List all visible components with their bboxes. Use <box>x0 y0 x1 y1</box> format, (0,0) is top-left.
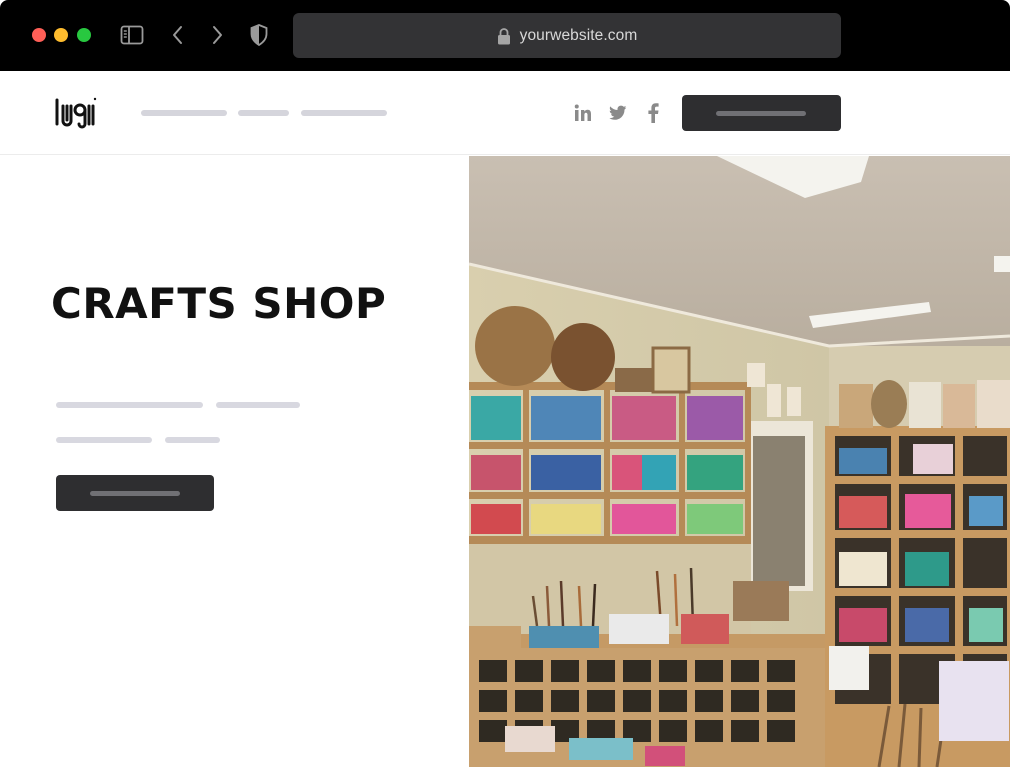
nav-link-2[interactable] <box>238 110 289 116</box>
back-icon[interactable] <box>165 22 191 48</box>
header-cta-button[interactable] <box>682 95 841 131</box>
address-bar[interactable]: yourwebsite.com <box>293 13 841 58</box>
nav-link-3[interactable] <box>301 110 387 116</box>
body-text-placeholder <box>56 402 203 408</box>
hero-content: CRAFTS SHOP <box>0 156 469 767</box>
shield-icon[interactable] <box>246 22 272 48</box>
site-header <box>0 71 1010 155</box>
browser-window: yourwebsite.com CRAFTS SHOP <box>0 0 1010 767</box>
lock-icon <box>497 27 511 45</box>
close-window-button[interactable] <box>32 28 46 42</box>
forward-icon[interactable] <box>204 22 230 48</box>
body-text-placeholder <box>165 437 220 443</box>
maximize-window-button[interactable] <box>77 28 91 42</box>
button-label-placeholder <box>716 111 806 116</box>
facebook-icon[interactable] <box>642 102 664 124</box>
browser-toolbar: yourwebsite.com <box>0 0 1010 71</box>
body-text-placeholder <box>216 402 300 408</box>
linkedin-icon[interactable] <box>572 102 594 124</box>
sidebar-icon[interactable] <box>119 22 145 48</box>
body-text-placeholder <box>56 437 152 443</box>
hero-image <box>469 156 1010 767</box>
minimize-window-button[interactable] <box>54 28 68 42</box>
twitter-icon[interactable] <box>607 102 629 124</box>
nav-link-1[interactable] <box>141 110 227 116</box>
url-text: yourwebsite.com <box>519 26 638 44</box>
button-label-placeholder <box>90 491 180 496</box>
hero-cta-button[interactable] <box>56 475 214 511</box>
hero-title: CRAFTS SHOP <box>51 279 387 328</box>
logo[interactable] <box>54 96 98 130</box>
